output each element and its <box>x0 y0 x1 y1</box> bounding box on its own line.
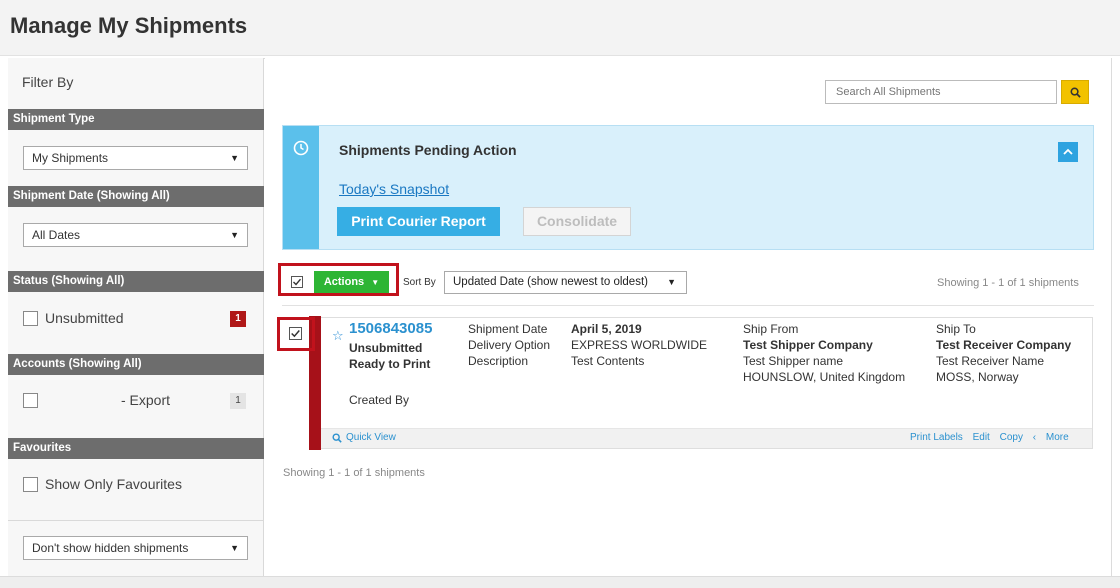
pending-panel-title: Shipments Pending Action <box>339 142 517 158</box>
dropdown-arrow-icon: ▼ <box>667 277 676 287</box>
copy-link[interactable]: Copy <box>1000 432 1023 443</box>
shipment-action-links: Print Labels Edit Copy ‹ More <box>910 432 1083 443</box>
shipment-date-header: Shipment Date (Showing All) <box>8 186 264 207</box>
shipment-type-header: Shipment Type <box>8 109 264 130</box>
ship-from-label: Ship From <box>743 322 799 336</box>
todays-snapshot-link[interactable]: Today's Snapshot <box>339 181 449 197</box>
shipment-date-label: Shipment Date <box>468 322 548 336</box>
shipment-date-value: All Dates <box>32 228 81 242</box>
dropdown-arrow-icon: ▼ <box>230 230 239 240</box>
shipment-type-select[interactable]: My Shipments ▼ <box>23 146 248 170</box>
showing-count-bottom: Showing 1 - 1 of 1 shipments <box>283 467 425 479</box>
search-icon <box>1070 87 1081 98</box>
account-export-count-badge: 1 <box>230 393 246 409</box>
showing-count-top: Showing 1 - 1 of 1 shipments <box>937 277 1079 289</box>
account-export-checkbox[interactable] <box>23 392 38 408</box>
ship-to-label: Ship To <box>936 322 976 336</box>
sort-by-label: Sort By <box>403 277 436 288</box>
filter-by-heading: Filter By <box>22 74 74 90</box>
status-unsubmitted-option[interactable]: Unsubmitted <box>23 310 124 326</box>
show-only-favourites-option[interactable]: Show Only Favourites <box>23 476 182 492</box>
actions-label: Actions <box>323 276 365 288</box>
accounts-header: Accounts (Showing All) <box>8 354 264 375</box>
more-label: More <box>1045 432 1069 443</box>
pending-panel-accent <box>283 126 319 249</box>
app-window: Manage My Shipments Filter By Shipment T… <box>0 0 1120 588</box>
shipment-type-value: My Shipments <box>32 151 109 165</box>
unsubmitted-count-badge: 1 <box>230 311 246 327</box>
filter-sidebar: Filter By Shipment Type My Shipments ▼ S… <box>8 58 264 576</box>
hidden-shipments-value: Don't show hidden shipments <box>32 541 189 555</box>
dropdown-arrow-icon: ▼ <box>230 543 239 553</box>
sort-by-select[interactable]: Updated Date (show newest to oldest) ▼ <box>444 271 687 294</box>
favourites-header: Favourites <box>8 438 264 459</box>
ship-from-company: Test Shipper Company <box>743 338 873 352</box>
page-title: Manage My Shipments <box>10 13 248 38</box>
main-content: Shipments Pending Action Today's Snapsho… <box>265 58 1111 576</box>
toolbar-divider <box>282 305 1094 306</box>
shipment-row-checkbox[interactable] <box>289 327 302 340</box>
search-button[interactable] <box>1061 80 1089 104</box>
favourite-star-icon[interactable]: ☆ <box>332 328 344 344</box>
shipment-print-status: Ready to Print <box>349 357 431 371</box>
ship-to-company: Test Receiver Company <box>936 338 1072 352</box>
show-only-favourites-checkbox[interactable] <box>23 476 38 492</box>
chevron-left-icon: ‹ <box>1032 432 1039 443</box>
select-all-checkbox[interactable] <box>291 276 303 288</box>
created-by-label: Created By <box>349 393 410 407</box>
chevron-up-icon <box>1063 148 1073 155</box>
pending-action-panel: Shipments Pending Action Today's Snapsho… <box>282 125 1094 250</box>
shipment-date-value: April 5, 2019 <box>571 322 642 336</box>
sort-by-value: Updated Date (show newest to oldest) <box>453 276 648 288</box>
quick-view-label: Quick View <box>346 432 396 443</box>
search-icon <box>332 432 342 443</box>
delivery-option-label: Delivery Option <box>468 338 551 352</box>
collapse-panel-button[interactable] <box>1058 142 1078 162</box>
search-input[interactable] <box>825 80 1057 104</box>
actions-button[interactable]: Actions ▼ <box>314 271 389 293</box>
hidden-shipments-select[interactable]: Don't show hidden shipments ▼ <box>23 536 248 560</box>
ship-to-name: Test Receiver Name <box>936 354 1045 368</box>
shipment-date-select[interactable]: All Dates ▼ <box>23 223 248 247</box>
page-header: Manage My Shipments <box>0 0 1120 56</box>
chevron-down-icon: ▼ <box>371 278 380 287</box>
unsubmitted-checkbox[interactable] <box>23 310 38 326</box>
quick-view-link[interactable]: Quick View <box>332 432 396 443</box>
consolidate-button[interactable]: Consolidate <box>523 207 631 236</box>
shipment-status: Unsubmitted <box>349 341 423 355</box>
sidebar-divider <box>8 520 264 521</box>
show-only-favourites-label: Show Only Favourites <box>45 476 182 492</box>
print-labels-link[interactable]: Print Labels <box>910 432 963 443</box>
print-courier-report-button[interactable]: Print Courier Report <box>337 207 500 236</box>
description-value: Test Contents <box>571 354 645 368</box>
dropdown-arrow-icon: ▼ <box>230 153 239 163</box>
shipment-id-link[interactable]: 1506843085 <box>349 320 432 337</box>
account-export-label: - Export <box>121 392 171 408</box>
unsubmitted-label: Unsubmitted <box>45 310 124 326</box>
bottom-strip <box>0 576 1120 588</box>
edit-link[interactable]: Edit <box>973 432 990 443</box>
clock-icon <box>293 140 309 156</box>
delivery-option-value: EXPRESS WORLDWIDE <box>571 338 708 352</box>
ship-from-name: Test Shipper name <box>743 354 844 368</box>
ship-to-location: MOSS, Norway <box>936 370 1019 384</box>
status-header: Status (Showing All) <box>8 271 264 292</box>
ship-from-location: HOUNSLOW, United Kingdom <box>743 370 906 384</box>
more-link[interactable]: ‹ More <box>1033 432 1076 443</box>
description-label: Description <box>468 354 529 368</box>
account-export-option[interactable]: - Export <box>23 392 170 408</box>
